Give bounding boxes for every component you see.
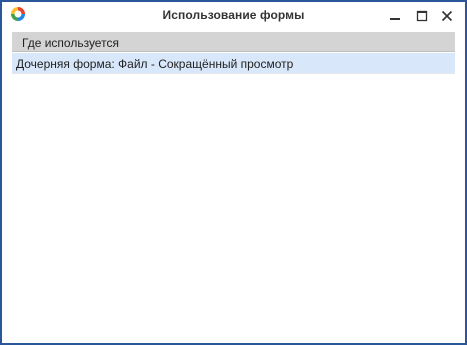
table-header: Где используется [12,32,455,52]
dialog-window: Использование формы Где используется Доч… [0,0,467,345]
usage-table: Где используется Дочерняя форма: Файл - … [12,32,455,335]
close-icon[interactable] [436,6,458,26]
minimize-icon[interactable] [384,6,406,26]
title-bar[interactable]: Использование формы [2,2,465,30]
maximize-icon[interactable] [411,6,433,26]
table-cell: Дочерняя форма: Файл - Сокращённый просм… [16,57,294,71]
column-header-where-used[interactable]: Где используется [22,36,119,50]
table-row[interactable]: Дочерняя форма: Файл - Сокращённый просм… [12,53,455,74]
